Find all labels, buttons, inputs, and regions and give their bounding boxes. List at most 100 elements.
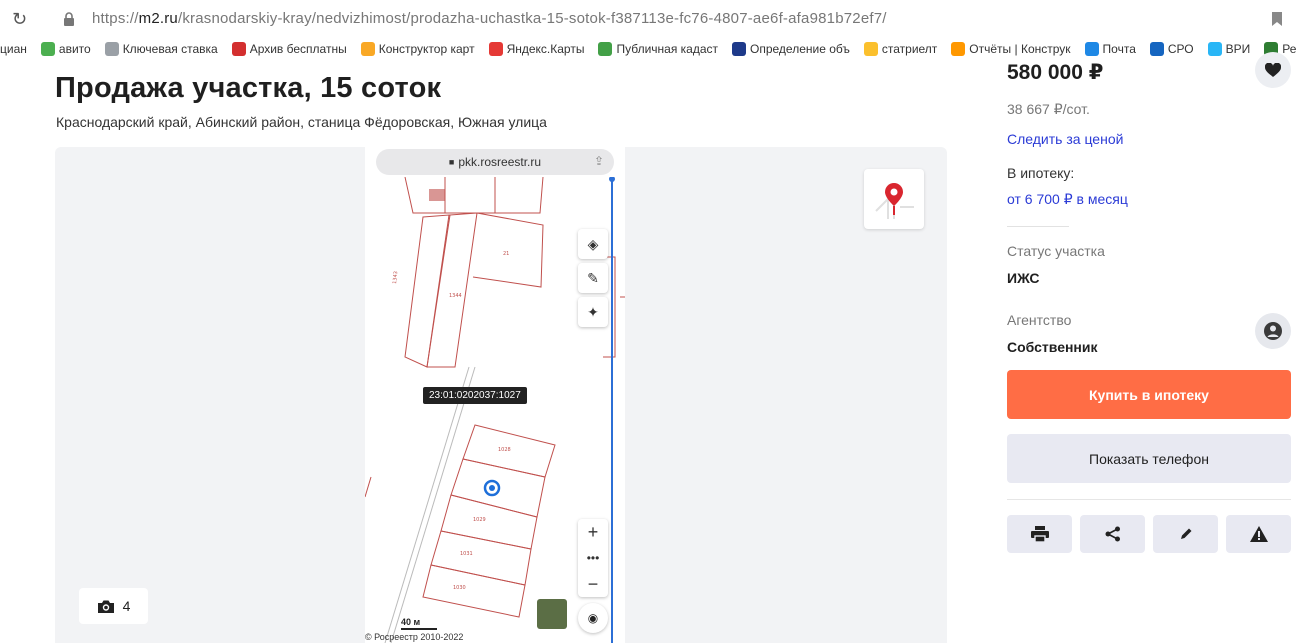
- plot-label: 1028: [498, 447, 511, 453]
- building-mark: [429, 189, 445, 201]
- ruler-icon: ✎: [578, 263, 608, 293]
- bookmark-label: Конструктор карт: [378, 42, 475, 56]
- layers-icon: ◈: [578, 229, 608, 259]
- compass-icon: ◉: [578, 603, 608, 633]
- bookmark-item[interactable]: циан: [0, 42, 27, 56]
- heart-icon: [1265, 62, 1281, 77]
- page-title: Продажа участка, 15 соток: [55, 72, 442, 104]
- divider: [1007, 226, 1069, 227]
- bookmark-label: Определение объ: [750, 42, 850, 56]
- bookmark-label: Архив бесплатны: [249, 42, 347, 56]
- status-label: Статус участка: [1007, 243, 1105, 259]
- agency-value: Собственник: [1007, 339, 1098, 355]
- bookmark-label: Публичная кадаст: [616, 42, 719, 56]
- bookmark-item[interactable]: Почта: [1084, 42, 1136, 56]
- report-button[interactable]: [1226, 515, 1291, 553]
- map-scale: 40 м: [401, 617, 421, 627]
- warning-icon: [1249, 526, 1268, 542]
- bookmark-item[interactable]: СРО: [1149, 42, 1194, 56]
- bookmark-label: ВРИ: [1225, 42, 1251, 56]
- avatar: [1255, 313, 1291, 349]
- breadcrumb: [58, 58, 298, 64]
- bookmark-favicon-icon: [104, 42, 119, 56]
- price-per-sotka: 38 667 ₽/сот.: [1007, 101, 1090, 117]
- bookmark-favicon-icon: [732, 42, 747, 56]
- cadastral-number-label: 23:01:0202037:1027: [423, 387, 527, 404]
- map-pin-icon: [875, 183, 914, 219]
- phone-url: pkk.rosreestr.ru: [458, 155, 542, 169]
- user-icon: [1264, 322, 1282, 340]
- plot-label: 1031: [460, 551, 473, 557]
- bookmark-favicon-icon: [598, 42, 613, 56]
- plot-label: 1344: [449, 293, 462, 299]
- bookmark-favicon-icon: [40, 42, 55, 56]
- locate-icon: ✦: [578, 297, 608, 327]
- show-on-map-button[interactable]: [864, 169, 924, 229]
- bookmark-label: СРО: [1167, 42, 1194, 56]
- bookmark-item[interactable]: Ключевая ставка: [104, 42, 218, 56]
- share-icon: ⇪: [593, 154, 604, 168]
- bookmark-item[interactable]: Отчёты | Конструк: [951, 42, 1071, 56]
- price: 580 000 ₽: [1007, 61, 1104, 84]
- bookmark-label: Яндекс.Карты: [506, 42, 585, 56]
- zoom-out-icon: −: [587, 573, 599, 594]
- plot-label: 1030: [453, 585, 466, 591]
- pencil-icon: [1180, 528, 1191, 539]
- bookmark-item[interactable]: Яндекс.Карты: [488, 42, 585, 56]
- map-screenshot: ■ pkk.rosreestr.ru ⇪ 1343 1344 21 1028 1…: [365, 147, 625, 643]
- address-bar: ↻ https://m2.ru/krasnodarskiy-kray/nedvi…: [0, 0, 1297, 38]
- phone-url-bar: ■ pkk.rosreestr.ru ⇪: [376, 149, 614, 175]
- photo-gallery[interactable]: ■ pkk.rosreestr.ru ⇪ 1343 1344 21 1028 1…: [55, 147, 947, 643]
- bookmark-item[interactable]: статриелт: [863, 42, 938, 56]
- print-icon: [1030, 526, 1049, 542]
- zoom-in-icon: +: [587, 521, 599, 542]
- map-scale-bar: [401, 628, 437, 630]
- mortgage-label: В ипотеку:: [1007, 165, 1075, 181]
- show-phone-button[interactable]: Показать телефон: [1007, 434, 1291, 483]
- bookmark-label: Отчёты | Конструк: [969, 42, 1071, 56]
- bookmark-item[interactable]: Архив бесплатны: [231, 42, 347, 56]
- phone-lock-icon: ■: [448, 157, 455, 167]
- divider: [1007, 499, 1291, 500]
- bookmark-favicon-icon: [1149, 42, 1164, 56]
- bookmarks-bar: циан авито Ключевая ставка Архив бесплатны К…: [0, 38, 1297, 60]
- agency-label: Агентство: [1007, 312, 1072, 328]
- watch-price-link[interactable]: Следить за ценой: [1007, 131, 1123, 147]
- photo-count-badge[interactable]: 4: [79, 588, 148, 624]
- buy-mortgage-button[interactable]: Купить в ипотеку: [1007, 370, 1291, 419]
- plot-label: 21: [503, 251, 509, 257]
- bookmark-item[interactable]: Публичная кадаст: [598, 42, 718, 56]
- bookmark-item[interactable]: ВРИ: [1207, 42, 1251, 56]
- bookmark-label: авито: [58, 42, 91, 56]
- satellite-thumbnail: [537, 599, 567, 629]
- listing-address: Краснодарский край, Абинский район, стан…: [56, 114, 547, 130]
- more-icon: •••: [586, 551, 600, 565]
- map-copyright: © Росреестр 2010-2022: [365, 632, 464, 642]
- bookmark-label: Почта: [1102, 42, 1136, 56]
- bookmark-item[interactable]: Определение объ: [732, 42, 850, 56]
- bookmark-favicon-icon: [488, 42, 503, 56]
- bookmark-favicon-icon: [231, 42, 246, 56]
- reload-icon[interactable]: ↻: [12, 9, 27, 30]
- edit-button[interactable]: [1153, 515, 1218, 553]
- share-icon: [1105, 526, 1120, 542]
- photo-count: 4: [122, 598, 131, 614]
- lock-icon: [64, 12, 74, 26]
- bookmark-favicon-icon: [951, 42, 966, 56]
- status-value: ИЖС: [1007, 270, 1040, 286]
- bookmark-icon[interactable]: [1271, 11, 1283, 27]
- bookmark-item[interactable]: авито: [40, 42, 91, 56]
- camera-icon: [97, 600, 114, 613]
- bookmark-item[interactable]: Конструктор карт: [360, 42, 475, 56]
- url-field[interactable]: https://m2.ru/krasnodarskiy-kray/nedvizh…: [92, 10, 887, 27]
- bookmark-label: статриелт: [881, 42, 938, 56]
- bookmark-favicon-icon: [863, 42, 878, 56]
- bookmark-favicon-icon: [1207, 42, 1222, 56]
- plot-label: 1029: [473, 517, 486, 523]
- bookmark-favicon-icon: [360, 42, 375, 56]
- favorite-button[interactable]: [1255, 52, 1291, 88]
- mortgage-value-link[interactable]: от 6 700 ₽ в месяц: [1007, 191, 1128, 208]
- print-button[interactable]: [1007, 515, 1072, 553]
- share-button[interactable]: [1080, 515, 1145, 553]
- bookmark-label: Ключевая ставка: [122, 42, 218, 56]
